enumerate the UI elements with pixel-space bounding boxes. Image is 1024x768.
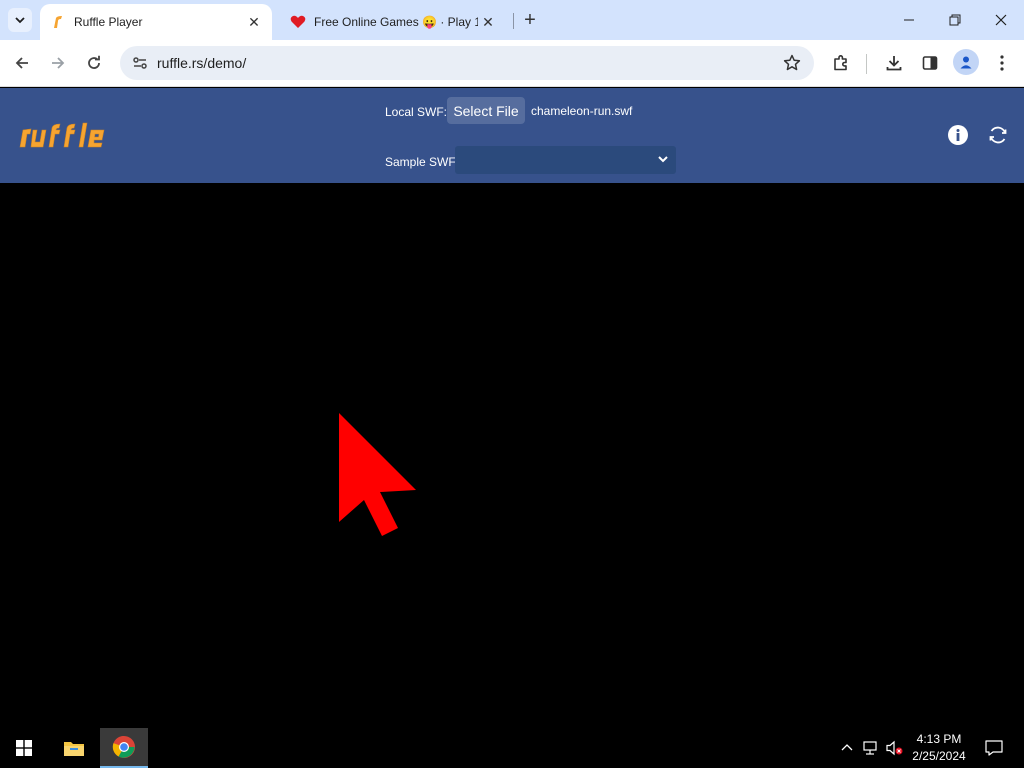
tab-title: Ruffle Player — [74, 15, 143, 29]
sample-swf-select[interactable] — [455, 146, 676, 174]
volume-button[interactable] — [884, 738, 904, 758]
red-arrow-shape — [339, 413, 416, 536]
site-info-icon[interactable] — [126, 49, 154, 77]
restore-button[interactable] — [932, 0, 978, 40]
tab-close-icon[interactable]: ✕ — [478, 12, 498, 32]
new-tab-button[interactable]: + — [518, 8, 542, 32]
side-panel-icon — [922, 56, 938, 70]
ruffle-logo — [19, 122, 105, 148]
tab-free-online-games[interactable]: Free Online Games 😛 · Play 10 ✕ — [280, 4, 506, 40]
tab-strip: Ruffle Player ✕ Free Online Games 😛 · Pl… — [0, 0, 1024, 40]
folder-icon — [64, 742, 84, 756]
reload-movie-button[interactable] — [987, 124, 1009, 146]
tab-close-icon[interactable]: ✕ — [244, 12, 264, 32]
chrome-menu-button[interactable] — [987, 48, 1017, 78]
local-swf-label: Local SWF: — [385, 105, 448, 119]
address-bar[interactable]: ruffle.rs/demo/ — [120, 46, 814, 80]
notification-icon — [985, 740, 1003, 756]
minimize-icon — [904, 19, 914, 21]
side-panel-button[interactable] — [915, 48, 945, 78]
profile-avatar[interactable] — [953, 49, 979, 75]
forward-button[interactable] — [43, 48, 73, 78]
more-vertical-icon — [1000, 55, 1004, 71]
arrow-right-icon — [52, 57, 65, 69]
windows-logo-icon — [16, 740, 32, 756]
browser-toolbar: ruffle.rs/demo/ — [0, 40, 1024, 87]
extensions-button[interactable] — [826, 48, 856, 78]
windows-taskbar: 4:13 PM 2/25/2024 — [0, 728, 1024, 768]
minimize-button[interactable] — [886, 0, 932, 40]
url-text[interactable]: ruffle.rs/demo/ — [157, 55, 246, 71]
puzzle-icon — [834, 55, 847, 71]
select-file-button[interactable]: Select File — [447, 97, 525, 124]
downloads-button[interactable] — [879, 48, 909, 78]
reload-icon — [88, 55, 100, 69]
red-arrow-cursor-icon — [339, 413, 416, 536]
clock-date: 2/25/2024 — [912, 749, 966, 763]
close-icon — [995, 14, 1007, 26]
tab-ruffle-player[interactable]: Ruffle Player ✕ — [40, 4, 272, 40]
taskbar-clock[interactable]: 4:13 PM 2/25/2024 — [904, 731, 974, 765]
ruffle-player[interactable] — [0, 183, 1024, 728]
person-icon — [960, 56, 972, 69]
chevron-down-icon — [15, 17, 25, 24]
restore-icon — [949, 14, 961, 26]
clock-time: 4:13 PM — [916, 732, 962, 746]
start-button[interactable] — [0, 728, 48, 768]
refresh-icon — [989, 126, 1007, 144]
sample-swf-label: Sample SWF: — [385, 155, 460, 169]
tab-search-button[interactable] — [8, 8, 32, 32]
file-explorer-button[interactable] — [50, 728, 98, 768]
info-button[interactable] — [947, 124, 969, 146]
arrow-left-icon — [15, 57, 28, 69]
reload-button[interactable] — [79, 48, 109, 78]
network-button[interactable] — [861, 738, 881, 758]
network-icon — [863, 741, 877, 755]
tab-separator — [513, 13, 514, 29]
chevron-down-icon — [658, 156, 668, 163]
bookmark-star-icon[interactable] — [780, 51, 804, 75]
show-hidden-icons-button[interactable] — [837, 738, 857, 758]
ruffle-favicon-icon — [50, 14, 66, 30]
volume-muted-icon — [886, 740, 903, 756]
close-window-button[interactable] — [978, 0, 1024, 40]
chevron-up-icon — [841, 744, 853, 751]
download-icon — [886, 56, 902, 71]
tab-title: Free Online Games 😛 · Play 10 — [314, 15, 478, 29]
chrome-taskbar-button[interactable] — [100, 728, 148, 768]
toolbar-separator — [866, 54, 867, 74]
info-icon — [948, 125, 968, 145]
selected-file-name: chameleon-run.swf — [531, 104, 633, 118]
heart-favicon-icon — [290, 14, 306, 30]
chrome-icon — [112, 735, 135, 758]
back-button[interactable] — [7, 48, 37, 78]
action-center-button[interactable] — [976, 728, 1012, 768]
